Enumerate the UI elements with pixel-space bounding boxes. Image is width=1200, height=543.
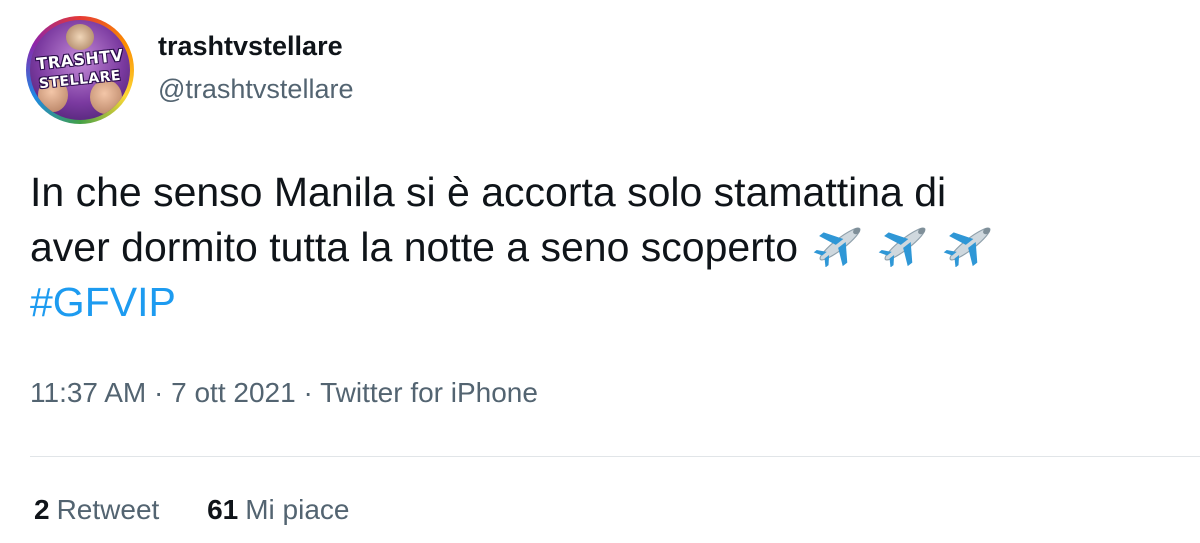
tweet-text: In che senso Manila si è accorta solo st… <box>30 165 1200 330</box>
retweets-count: 2 <box>34 494 50 525</box>
hashtag-link[interactable]: #GFVIP <box>30 275 1200 330</box>
airplane-icon <box>879 227 926 267</box>
likes-count: 61 <box>207 494 239 525</box>
airplane-icon <box>944 227 991 267</box>
likes-label: Mi piace <box>245 494 350 525</box>
meta-separator: · <box>146 377 172 408</box>
tweet-date[interactable]: 7 ott 2021 <box>171 377 296 408</box>
tweet-text-line: aver dormito tutta la notte a seno scope… <box>30 220 1200 275</box>
retweets-label: Retweet <box>56 494 160 525</box>
tweet-metadata: 11:37 AM · 7 ott 2021 · Twitter for iPho… <box>30 377 538 409</box>
avatar-face <box>66 24 94 50</box>
airplane-icon <box>814 227 861 267</box>
tweet-source[interactable]: Twitter for iPhone <box>320 377 538 408</box>
meta-separator: · <box>295 377 321 408</box>
likes-stat[interactable]: 61 Mi piace <box>207 494 349 526</box>
tweet-text-fragment: aver dormito tutta la notte a seno scope… <box>30 224 799 270</box>
tweet-card: TRASHTV STELLARE trashtvstellare @trasht… <box>0 0 1200 543</box>
user-handle[interactable]: @trashtvstellare <box>158 74 353 105</box>
retweets-stat[interactable]: 2 Retweet <box>34 494 159 526</box>
avatar-image: TRASHTV STELLARE <box>30 20 130 120</box>
avatar[interactable]: TRASHTV STELLARE <box>26 16 134 124</box>
tweet-time[interactable]: 11:37 AM <box>30 377 146 408</box>
tweet-stats: 2 Retweet 61 Mi piace <box>34 494 390 526</box>
display-name[interactable]: trashtvstellare <box>158 31 343 62</box>
divider <box>30 456 1200 457</box>
emoji-group <box>809 224 1004 270</box>
tweet-text-line: In che senso Manila si è accorta solo st… <box>30 169 947 215</box>
